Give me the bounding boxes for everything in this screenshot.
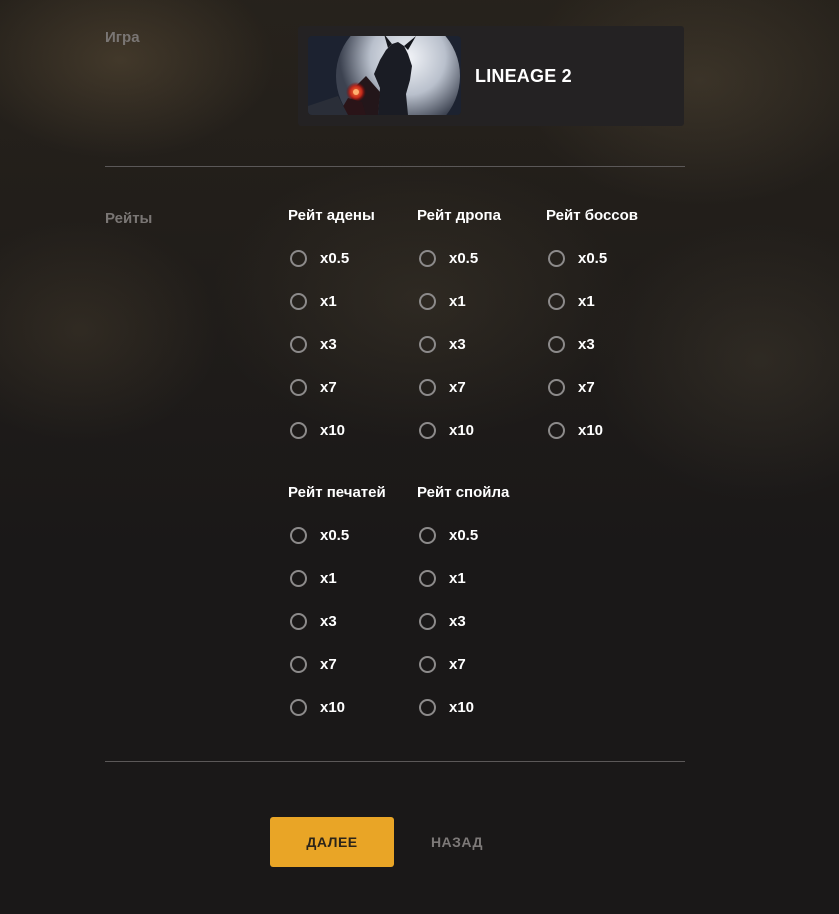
rate-option-label: x1 [578,292,595,310]
rate-option-label: x10 [320,421,346,439]
rate-option[interactable]: x1 [290,566,337,590]
rate-option-label: x7 [449,378,466,396]
radio-button[interactable] [419,698,436,716]
rate-group-drop: Рейт дропа x0.5 x1 x3 x7 x10 [417,206,542,446]
radio-button[interactable] [290,698,307,716]
game-thumbnail [308,36,461,115]
radio-button[interactable] [548,421,565,439]
divider-bottom [105,761,685,762]
rate-option-label: x7 [320,378,337,396]
rate-option-label: x3 [578,335,595,353]
rate-option[interactable]: x0.5 [290,246,349,270]
rate-option[interactable]: x7 [290,375,337,399]
rate-option-label: x3 [449,335,466,353]
rate-option-label: x7 [578,378,595,396]
selected-game-card[interactable]: LINEAGE 2 [298,26,684,126]
rate-option-label: x7 [320,655,337,673]
rate-option[interactable]: x3 [548,332,595,356]
radio-button[interactable] [419,655,436,673]
radio-button[interactable] [290,249,307,267]
rate-option-label: x0.5 [449,249,479,267]
radio-button[interactable] [290,335,307,353]
rate-option-label: x0.5 [578,249,608,267]
rate-group-title: Рейт дропа [417,207,501,224]
rate-option-label: x0.5 [449,526,479,544]
divider-top [105,166,685,167]
rate-option[interactable]: x7 [419,652,466,676]
rate-option-label: x1 [320,292,337,310]
rate-group-bosses: Рейт боссов x0.5 x1 x3 x7 x10 [546,206,671,446]
lineage2-character-image [308,36,461,115]
radio-button[interactable] [290,421,307,439]
rate-option[interactable]: x10 [290,695,345,719]
rate-group-spoil: Рейт спойла x0.5 x1 x3 x7 x10 [417,483,542,723]
rate-option-label: x0.5 [320,526,350,544]
rate-option[interactable]: x1 [419,566,466,590]
rate-option[interactable]: x10 [419,418,474,442]
server-form: Игра LINEAGE 2 Рейты Рейт адены x0.5 x1 … [0,0,839,914]
rate-option-label: x3 [449,612,466,630]
rate-option[interactable]: x10 [548,418,603,442]
rate-option-label: x10 [449,698,475,716]
game-title: LINEAGE 2 [475,66,572,86]
rate-option[interactable]: x3 [419,332,466,356]
game-section-label: Игра [105,29,140,46]
rate-option-label: x1 [449,569,466,587]
radio-button[interactable] [419,335,436,353]
rate-option[interactable]: x7 [419,375,466,399]
rate-option[interactable]: x3 [290,332,337,356]
radio-button[interactable] [548,249,565,267]
rate-option[interactable]: x0.5 [419,246,478,270]
rate-option[interactable]: x3 [290,609,337,633]
radio-button[interactable] [290,378,307,396]
radio-button[interactable] [290,526,307,544]
next-button[interactable]: ДАЛЕЕ [270,817,394,867]
rate-option-label: x7 [449,655,466,673]
radio-button[interactable] [419,612,436,630]
radio-button[interactable] [419,421,436,439]
radio-button[interactable] [419,526,436,544]
rate-group-adena: Рейт адены x0.5 x1 x3 x7 x10 [288,206,413,446]
radio-button[interactable] [290,655,307,673]
rate-option[interactable]: x3 [419,609,466,633]
rate-option-label: x10 [320,698,346,716]
rate-option[interactable]: x10 [419,695,474,719]
rate-option[interactable]: x0.5 [419,523,478,547]
rate-option[interactable]: x1 [548,289,595,313]
rate-group-seals: Рейт печатей x0.5 x1 x3 x7 x10 [288,483,413,723]
radio-button[interactable] [548,335,565,353]
rate-option[interactable]: x10 [290,418,345,442]
rate-option-label: x3 [320,612,337,630]
rate-group-title: Рейт печатей [288,484,386,501]
radio-button[interactable] [419,249,436,267]
radio-button[interactable] [419,292,436,310]
radio-button[interactable] [290,612,307,630]
radio-button[interactable] [419,569,436,587]
rate-option-label: x10 [578,421,604,439]
rate-option[interactable]: x1 [290,289,337,313]
rate-group-title: Рейт спойла [417,484,510,501]
rate-option[interactable]: x7 [290,652,337,676]
rate-option-label: x1 [320,569,337,587]
rate-option-label: x10 [449,421,475,439]
rate-group-title: Рейт адены [288,207,375,224]
rate-option[interactable]: x0.5 [548,246,607,270]
radio-button[interactable] [419,378,436,396]
rate-option[interactable]: x7 [548,375,595,399]
back-button[interactable]: НАЗАД [420,817,494,867]
radio-button[interactable] [290,292,307,310]
rate-option[interactable]: x1 [419,289,466,313]
rate-option[interactable]: x0.5 [290,523,349,547]
rate-option-label: x3 [320,335,337,353]
rate-group-title: Рейт боссов [546,207,639,224]
radio-button[interactable] [548,292,565,310]
rates-section-label: Рейты [105,210,153,227]
radio-button[interactable] [548,378,565,396]
rate-option-label: x0.5 [320,249,350,267]
rate-option-label: x1 [449,292,466,310]
radio-button[interactable] [290,569,307,587]
